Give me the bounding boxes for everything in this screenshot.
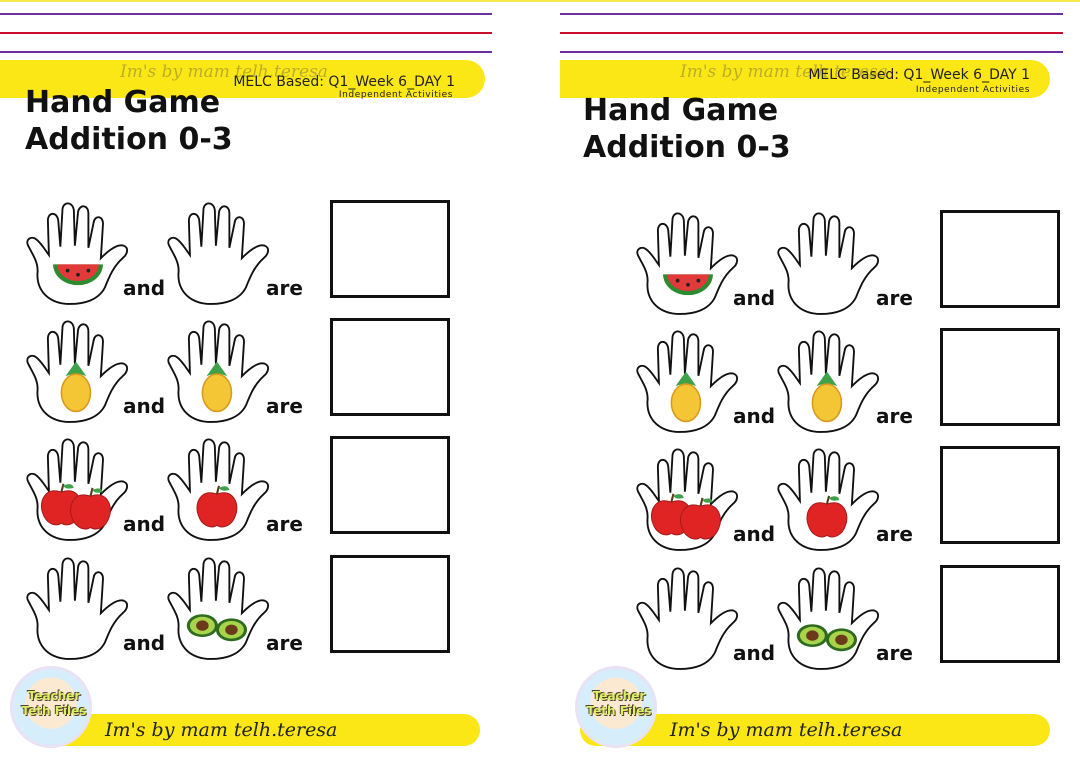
subheading: Independent Activities [338,90,453,100]
ruled-line-purple [0,13,492,15]
title-line-2: Addition 0-3 [583,130,791,165]
answer-box[interactable] [330,555,450,653]
hand-icon [167,320,270,423]
melc-label: MELC Based: Q1_Week 6_DAY 1 [808,67,1030,83]
melc-label: MELC Based: Q1_Week 6_DAY 1 [233,74,455,90]
hand-icon [167,557,270,660]
hand-icon [167,438,270,541]
hand-left [22,318,134,426]
ruled-line-purple [560,13,1063,15]
signature: Im's by mam telh.teresa [670,719,903,741]
hand-icon [26,320,129,423]
exercise-row: and are [610,565,1080,677]
hand-left [22,200,134,308]
hand-left [632,446,744,554]
hand-right [773,446,885,554]
hand-right [163,200,275,308]
hand-icon [777,330,880,433]
title-line-1: Hand Game [583,93,779,128]
word-and: and [123,631,166,655]
avocado-icon [796,624,828,648]
hand-icon [636,567,739,670]
answer-box[interactable] [940,210,1060,308]
title-line-2: Addition 0-3 [25,122,233,157]
hand-left [22,555,134,663]
answer-box[interactable] [940,565,1060,663]
exercise-row: and are [610,446,1080,558]
word-are: are [266,631,303,655]
hand-left [22,436,134,544]
exercise-row: and are [0,318,510,430]
word-are: are [876,522,913,546]
ruled-line-purple [560,51,1063,53]
exercise-row: and are [610,210,1080,322]
teacher-badge-logo: Teacher Teth Files [10,666,92,748]
hand-icon [636,448,739,551]
exercise-row: and are [0,200,510,312]
word-and: and [123,276,166,300]
word-are: are [876,404,913,428]
hand-right [163,555,275,663]
title-line-1: Hand Game [25,85,221,120]
word-are: are [266,394,303,418]
signature: Im's by mam telh.teresa [105,719,338,741]
answer-box[interactable] [940,446,1060,544]
exercise-row: and are [0,555,510,667]
hand-left [632,210,744,318]
hand-icon [26,557,129,660]
hand-icon [167,202,270,305]
word-and: and [733,286,776,310]
hand-left [632,328,744,436]
hand-right [773,210,885,318]
word-are: are [266,512,303,536]
badge-text: Teacher Teth Files [586,689,652,718]
answer-box[interactable] [940,328,1060,426]
hand-icon [26,202,129,305]
word-are: are [876,286,913,310]
hand-right [773,328,885,436]
avocado-icon [215,618,248,642]
hand-icon [636,330,739,433]
word-are: are [266,276,303,300]
word-and: and [733,522,776,546]
word-and: and [123,512,166,536]
worksheet-left: Im's by mam telh.teresa MELC Based: Q1_W… [0,0,510,764]
answer-box[interactable] [330,436,450,534]
ruled-line-red [0,32,492,34]
hand-icon [636,212,739,315]
answer-box[interactable] [330,200,450,298]
ruled-line-red [560,32,1063,34]
word-and: and [123,394,166,418]
badge-text: Teacher Teth Files [21,689,87,718]
hand-right [163,318,275,426]
page-title: Hand Game Addition 0-3 [25,84,233,158]
word-and: and [733,404,776,428]
page-title: Hand Game Addition 0-3 [583,92,791,166]
hand-icon [777,567,880,670]
word-are: are [876,641,913,665]
avocado-icon [825,628,858,652]
hand-icon [26,438,129,541]
exercise-row: and are [0,436,510,548]
word-and: and [733,641,776,665]
ruled-line-purple [0,51,492,53]
exercise-row: and are [610,328,1080,440]
hand-icon [777,448,880,551]
avocado-icon [186,614,218,638]
answer-box[interactable] [330,318,450,416]
hand-icon [777,212,880,315]
hand-left [632,565,744,673]
teacher-badge-logo: Teacher Teth Files [575,666,657,748]
hand-right [773,565,885,673]
subheading: Independent Activities [915,85,1030,95]
hand-right [163,436,275,544]
worksheet-right: Im's by mam telh.teresa MELC Based: Q1_W… [560,0,1070,764]
